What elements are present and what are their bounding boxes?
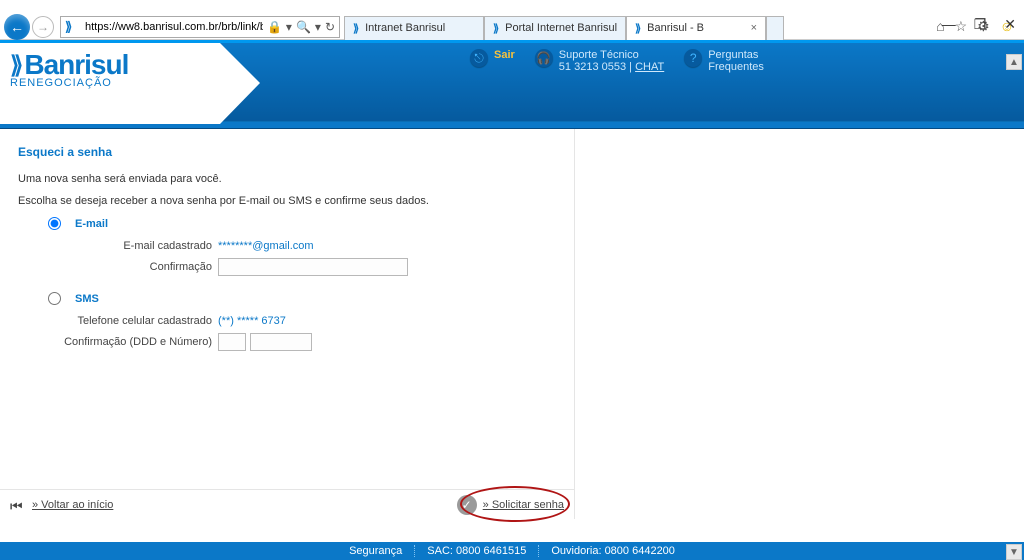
sms-confirm-label: Confirmação (DDD e Número) bbox=[18, 336, 218, 348]
email-registered-label: E-mail cadastrado bbox=[18, 240, 218, 252]
site-header: ⟫ Banrisul RENEGOCIAÇÃO ⎋ Sair 🎧 Suporte… bbox=[0, 40, 1024, 121]
scroll-down-button[interactable]: ▼ bbox=[1006, 544, 1022, 560]
back-to-start-link[interactable]: » Voltar ao início bbox=[32, 499, 113, 511]
tab-intranet[interactable]: ⟫ Intranet Banrisul bbox=[344, 16, 484, 40]
refresh-icon[interactable]: ↻ bbox=[325, 20, 335, 34]
sms-number-input[interactable] bbox=[250, 333, 312, 351]
sms-option-label: SMS bbox=[75, 293, 99, 305]
support-title: Suporte Técnico bbox=[559, 49, 664, 61]
tab-favicon-icon: ⟫ bbox=[635, 22, 641, 35]
footer-ouvidoria: Ouvidoria: 0800 6442200 bbox=[551, 545, 675, 557]
email-confirm-input[interactable] bbox=[218, 258, 408, 276]
page-title: Esqueci a senha bbox=[18, 145, 556, 159]
check-icon: ✓ bbox=[457, 495, 477, 515]
logout-link[interactable]: ⎋ Sair bbox=[470, 49, 515, 67]
logout-label: Sair bbox=[494, 49, 515, 61]
sms-ddd-input[interactable] bbox=[218, 333, 246, 351]
footer-sac: SAC: 0800 6461515 bbox=[427, 545, 526, 557]
nav-back-button[interactable]: ← bbox=[4, 14, 30, 40]
headset-icon: 🎧 bbox=[535, 49, 553, 67]
intro-text-2: Escolha se deseja receber a nova senha p… bbox=[18, 195, 556, 207]
scroll-up-button[interactable]: ▲ bbox=[1006, 54, 1022, 70]
tab-label: Portal Internet Banrisul bbox=[505, 22, 617, 34]
email-registered-value: ********@gmail.com bbox=[218, 240, 314, 252]
tab-label: Banrisul - B bbox=[647, 22, 704, 34]
tab-favicon-icon: ⟫ bbox=[353, 22, 359, 35]
email-radio[interactable] bbox=[48, 217, 61, 230]
request-password-link[interactable]: » Solicitar senha bbox=[483, 499, 564, 511]
search-icon[interactable]: 🔍 bbox=[296, 20, 311, 34]
tab-close-icon[interactable]: × bbox=[751, 22, 757, 34]
dropdown-icon[interactable]: ▾ bbox=[286, 20, 292, 34]
nav-forward-button[interactable]: → bbox=[32, 16, 54, 38]
sms-radio[interactable] bbox=[48, 292, 61, 305]
sms-registered-value: (**) ***** 6737 bbox=[218, 315, 286, 327]
site-favicon-icon: ⟫ bbox=[65, 19, 81, 35]
browser-tabs: ⟫ Intranet Banrisul ⟫ Portal Internet Ba… bbox=[344, 14, 784, 40]
separator-icon: ▾ bbox=[315, 20, 321, 34]
maximize-button[interactable]: ❐ bbox=[974, 16, 987, 33]
support-link[interactable]: 🎧 Suporte Técnico 51 3213 0553 | CHAT bbox=[535, 49, 664, 73]
tab-portal[interactable]: ⟫ Portal Internet Banrisul bbox=[484, 16, 626, 40]
support-phone: 51 3213 0553 bbox=[559, 61, 626, 73]
logo-container: ⟫ Banrisul RENEGOCIAÇÃO bbox=[0, 43, 220, 124]
tab-banrisul-b[interactable]: ⟫ Banrisul - B × bbox=[626, 16, 766, 40]
url-input[interactable] bbox=[85, 21, 263, 33]
faq-line2: Frequentes bbox=[708, 61, 764, 73]
browser-nav-bar: ← → ⟫ 🔒 ▾ 🔍 ▾ ↻ ⟫ Intranet Banrisul ⟫ Po… bbox=[0, 14, 1024, 40]
question-icon: ? bbox=[684, 49, 702, 67]
footer-security[interactable]: Segurança bbox=[349, 545, 402, 557]
support-chat-link[interactable]: CHAT bbox=[635, 61, 664, 73]
email-option-label: E-mail bbox=[75, 218, 108, 230]
address-bar[interactable]: ⟫ 🔒 ▾ 🔍 ▾ ↻ bbox=[60, 16, 340, 38]
main-panel: Esqueci a senha Uma nova senha será envi… bbox=[0, 129, 575, 519]
tab-label: Intranet Banrisul bbox=[365, 22, 445, 34]
faq-line1: Perguntas bbox=[708, 49, 764, 61]
intro-text-1: Uma nova senha será enviada para você. bbox=[18, 173, 556, 185]
logo-mark-icon: ⟫ bbox=[10, 51, 22, 80]
action-bar: ⏮ » Voltar ao início ✓ » Solicitar senha bbox=[0, 489, 574, 519]
site-footer: Segurança SAC: 0800 6461515 Ouvidoria: 0… bbox=[0, 542, 1024, 560]
tab-favicon-icon: ⟫ bbox=[493, 22, 499, 35]
new-tab-button[interactable] bbox=[766, 16, 784, 40]
address-controls: 🔒 ▾ 🔍 ▾ ↻ bbox=[263, 20, 339, 34]
lock-icon: 🔒 bbox=[267, 20, 282, 34]
minimize-button[interactable]: — bbox=[942, 16, 956, 33]
brand-subtitle: RENEGOCIAÇÃO bbox=[10, 77, 128, 89]
logout-icon: ⎋ bbox=[470, 49, 488, 67]
email-confirm-label: Confirmação bbox=[18, 261, 218, 273]
close-window-button[interactable]: ✕ bbox=[1004, 16, 1016, 33]
rewind-icon: ⏮ bbox=[10, 498, 28, 512]
faq-link[interactable]: ? Perguntas Frequentes bbox=[684, 49, 764, 73]
sms-registered-label: Telefone celular cadastrado bbox=[18, 315, 218, 327]
